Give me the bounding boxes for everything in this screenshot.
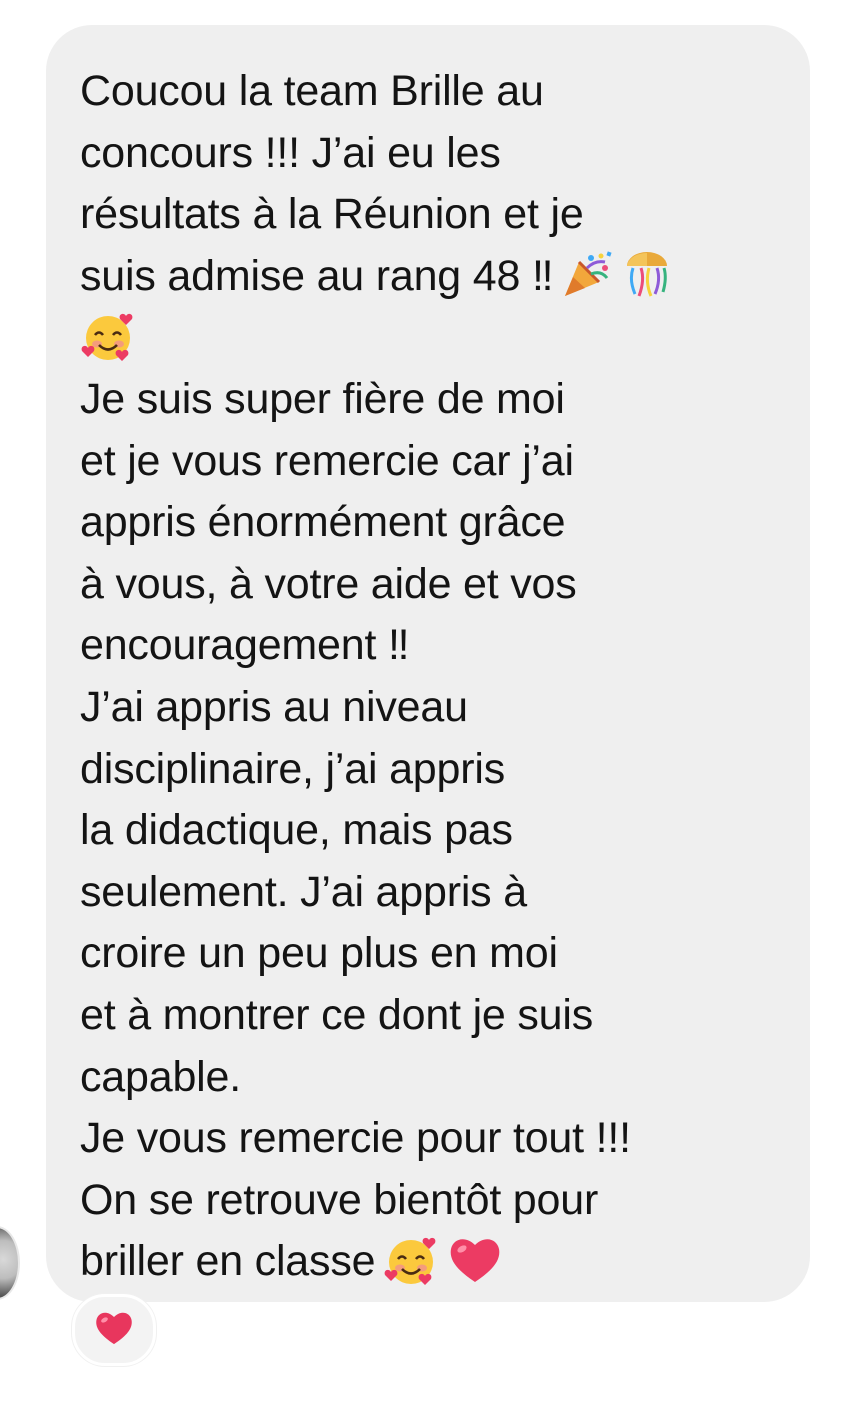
party-popper-icon [561, 248, 613, 300]
message-line: Je vous remercie pour tout !!! [80, 1114, 631, 1163]
message-line-text: suis admise au rang 48 ‼ [80, 251, 554, 300]
message-line: la didactique, mais pas [80, 806, 513, 855]
message-line: et je vous remercie car j’ai [80, 436, 574, 485]
smiling-face-with-hearts-icon [80, 308, 136, 364]
message-line: à vous, à votre aide et vos [80, 559, 577, 608]
red-heart-icon [93, 1309, 135, 1352]
message-line-with-emoji: suis admise au rang 48 ‼ [80, 246, 776, 308]
message-line: Coucou la team Brille au [80, 67, 544, 115]
message-line-text: briller en classe [80, 1237, 376, 1286]
message-line: résultats à la Réunion et je [80, 190, 584, 239]
message-line: croire un peu plus en moi [80, 929, 558, 978]
message-line: Je suis super fière de moi [80, 374, 565, 423]
red-heart-icon [447, 1234, 503, 1286]
message-line: et à montrer ce dont je suis [80, 990, 594, 1039]
message-line: encouragement ‼ [80, 621, 410, 670]
smiling-face-with-hearts-icon [383, 1232, 439, 1288]
message-bubble[interactable]: Coucou la team Brille au concours !!! J’… [46, 25, 810, 1302]
message-line: concours !!! J’ai eu les [80, 128, 501, 177]
message-line: disciplinaire, j’ai appris [80, 744, 505, 793]
message-line-with-emoji: briller en classe [80, 1231, 776, 1293]
message-line-emoji [80, 307, 776, 369]
message-line: On se retrouve bientôt pour [80, 1175, 599, 1224]
message-line: seulement. J’ai appris à [80, 867, 527, 916]
sender-avatar[interactable] [0, 1226, 20, 1300]
message-line: J’ai appris au niveau [80, 682, 468, 731]
confetti-ball-icon [621, 248, 673, 300]
reaction-badge[interactable] [72, 1294, 156, 1366]
message-line: appris énormément grâce [80, 498, 566, 547]
message-line: capable. [80, 1052, 241, 1101]
